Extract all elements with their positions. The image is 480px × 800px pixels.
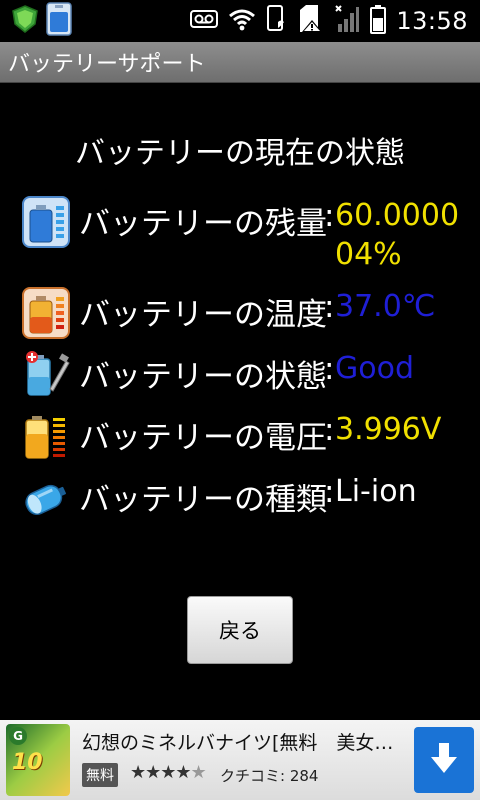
shield-app-icon — [10, 4, 40, 38]
battery-temperature-value: 37.0℃ — [335, 289, 436, 324]
battery-icon — [370, 4, 387, 38]
battery-voltage-colon: : — [324, 412, 335, 448]
app-title: バッテリーサポート — [8, 52, 206, 77]
ad-review-count: クチコミ: 284 — [220, 767, 319, 785]
battery-level-value-line2: 04% — [335, 237, 402, 272]
wifi-icon — [228, 7, 256, 35]
signal-icon — [334, 4, 360, 38]
battery-voltage-label: バッテリーの電圧 — [79, 420, 327, 456]
battery-type-label: バッテリーの種類 — [79, 482, 327, 518]
battery-app-icon — [46, 2, 72, 40]
battery-type-value: Li-ion — [335, 474, 417, 509]
download-arrow-icon — [429, 741, 459, 779]
ad-stars-empty: ★ — [190, 762, 207, 783]
battery-level-row: バッテリーの残量 : 60.0000 04% — [22, 196, 462, 272]
battery-temperature-label: バッテリーの温度 — [79, 297, 327, 333]
battery-temperature-icon — [22, 287, 70, 339]
ad-title[interactable]: 幻想のミネルバナイツ[無料 美女… — [82, 728, 393, 755]
battery-level-colon: : — [324, 198, 335, 234]
ad-app-thumbnail[interactable]: G 10 — [6, 724, 70, 796]
battery-level-value-line1: 60.0000 — [335, 198, 460, 233]
ad-stars-filled: ★★★★ — [130, 762, 192, 783]
status-bar: 13:58 — [0, 0, 480, 42]
ad-banner[interactable]: G 10 幻想のミネルバナイツ[無料 美女… 無料 ★★★★★ クチコミ: 28… — [0, 720, 480, 800]
battery-voltage-icon — [22, 410, 70, 462]
battery-level-icon — [22, 196, 70, 248]
battery-health-icon — [22, 349, 70, 401]
ad-free-badge: 無料 — [82, 763, 118, 787]
voicemail-icon — [190, 8, 219, 34]
ad-rating-stars: ★★★★★ — [130, 762, 207, 783]
battery-type-icon — [22, 472, 70, 524]
battery-health-colon: : — [324, 351, 335, 387]
battery-temperature-colon: : — [324, 289, 335, 325]
battery-type-colon: : — [324, 474, 335, 510]
app-title-bar: バッテリーサポート — [0, 42, 480, 83]
ad-thumb-text: 10 — [12, 750, 43, 775]
battery-type-row: バッテリーの種類 : Li-ion — [22, 472, 462, 532]
battery-health-row: バッテリーの状態 : Good — [22, 349, 462, 409]
page-heading: バッテリーの現在の状態 — [75, 136, 405, 171]
sd-card-warning-icon — [298, 4, 324, 38]
battery-voltage-value: 3.996V — [335, 412, 442, 447]
phone-icon — [266, 4, 288, 38]
battery-health-value: Good — [335, 351, 414, 386]
battery-health-label: バッテリーの状態 — [79, 359, 327, 395]
ad-download-button[interactable] — [414, 727, 474, 793]
clock: 13:58 — [396, 7, 468, 35]
back-button[interactable]: 戻る — [187, 596, 293, 664]
battery-voltage-row: バッテリーの電圧 : 3.996V — [22, 410, 462, 470]
battery-level-label: バッテリーの残量 — [79, 206, 327, 242]
battery-temperature-row: バッテリーの温度 : 37.0℃ — [22, 287, 462, 347]
ad-thumb-badge: G — [9, 727, 27, 745]
